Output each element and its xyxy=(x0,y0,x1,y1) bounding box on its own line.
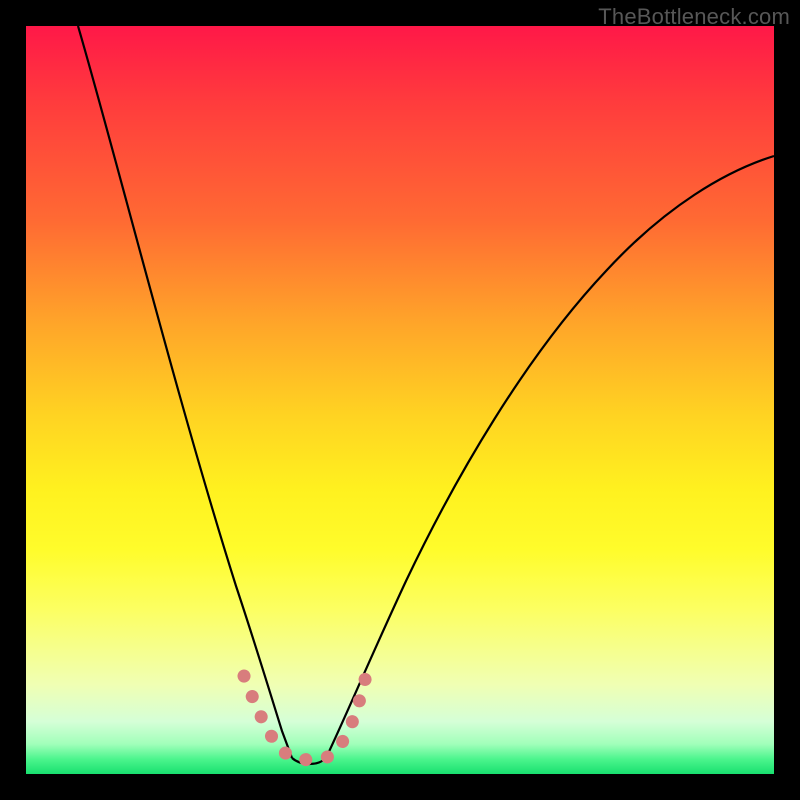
watermark-text: TheBottleneck.com xyxy=(598,4,790,30)
curve-right xyxy=(326,156,774,758)
chart-svg xyxy=(26,26,774,774)
valley-marker xyxy=(244,676,366,760)
curve-left xyxy=(78,26,292,758)
plot-area xyxy=(26,26,774,774)
